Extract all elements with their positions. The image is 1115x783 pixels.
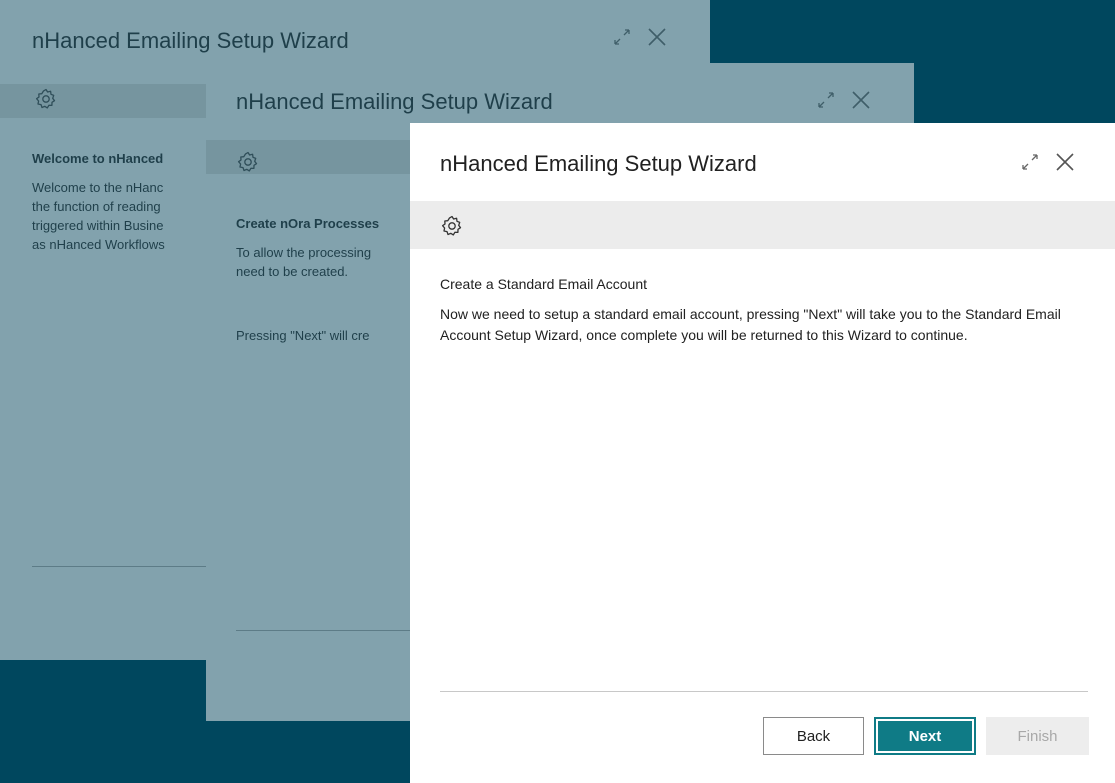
dialog-title: nHanced Emailing Setup Wizard xyxy=(440,151,757,176)
step-heading: Welcome to nHanced xyxy=(32,151,164,166)
expand-icon[interactable] xyxy=(1020,152,1040,172)
step-description-next: Pressing "Next" will cre xyxy=(236,328,370,343)
settings-bar xyxy=(410,201,1115,249)
title-controls xyxy=(612,26,668,48)
step-description: To allow the processing need to be creat… xyxy=(236,245,372,279)
gear-icon[interactable] xyxy=(34,87,58,111)
title-controls xyxy=(1020,151,1076,173)
step-description: Welcome to the nHanc the function of rea… xyxy=(32,180,165,252)
step-heading: Create nOra Processes xyxy=(236,216,380,231)
close-icon[interactable] xyxy=(850,89,872,111)
step-description: Now we need to setup a standard email ac… xyxy=(440,306,1061,343)
wizard-dialog-standard-email: nHanced Emailing Setup Wizard Create a S… xyxy=(410,123,1115,783)
dialog-title: nHanced Emailing Setup Wizard xyxy=(32,28,349,53)
back-button[interactable]: Back xyxy=(763,717,864,755)
gear-icon[interactable] xyxy=(440,214,464,238)
close-icon[interactable] xyxy=(1054,151,1076,173)
expand-icon[interactable] xyxy=(612,27,632,47)
finish-button[interactable]: Finish xyxy=(986,717,1089,755)
expand-icon[interactable] xyxy=(816,90,836,110)
gear-icon[interactable] xyxy=(236,150,260,174)
step-heading: Create a Standard Email Account xyxy=(440,276,648,292)
footer-divider xyxy=(440,691,1088,692)
title-controls xyxy=(816,89,872,111)
next-button[interactable]: Next xyxy=(874,717,976,755)
close-icon[interactable] xyxy=(646,26,668,48)
dialog-title: nHanced Emailing Setup Wizard xyxy=(236,89,553,114)
